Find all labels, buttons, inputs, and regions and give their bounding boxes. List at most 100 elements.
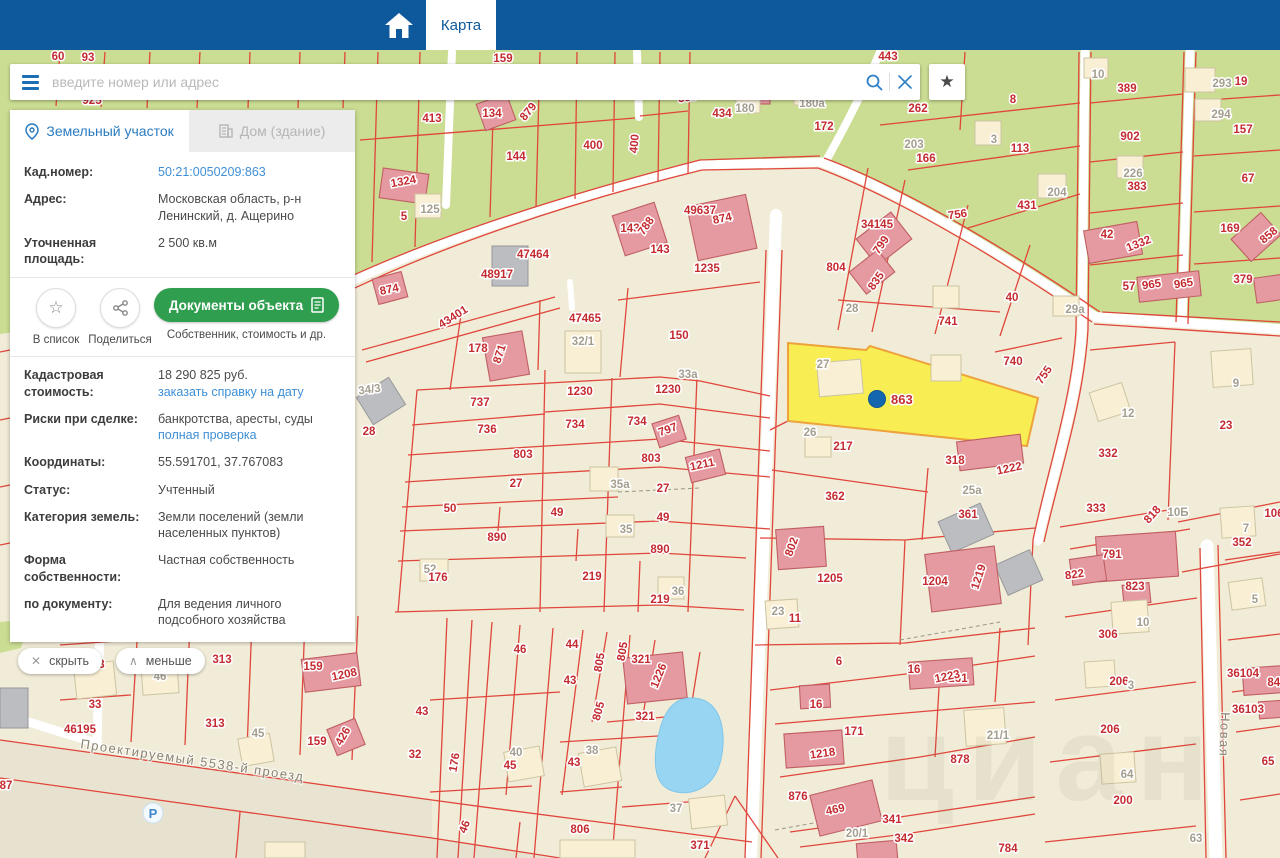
object-documents-button[interactable]: Документы объекта (154, 288, 339, 322)
map-parcel-label: 379 (1233, 274, 1252, 286)
star-outline-icon: ☆ (48, 298, 63, 318)
map-parcel-label: 25a (962, 485, 982, 497)
map-parcel-label: 400 (583, 140, 602, 152)
map-parcel-label: 352 (1232, 537, 1251, 549)
map-parcel-label: 27 (657, 483, 670, 495)
close-icon (898, 75, 912, 89)
map-parcel-label: 737 (470, 397, 489, 409)
map-parcel-label: 64 (1121, 769, 1134, 781)
chevron-up-icon: ∧ (129, 654, 138, 668)
map-parcel-label: 172 (814, 121, 833, 133)
search-button[interactable] (859, 64, 889, 100)
map-parcel-label: 46195 (64, 724, 97, 736)
map-parcel-label: 361 (958, 509, 978, 521)
panel-footer-buttons: ✕ скрыть ∧ меньше (10, 648, 355, 674)
map-parcel-label: 10 (1092, 69, 1105, 81)
map-parcel-label: 36103 (1232, 704, 1264, 716)
tab-land-parcel-label: Земельный участок (46, 123, 173, 139)
selected-parcel-number: 863 (891, 392, 913, 407)
hide-panel-button[interactable]: ✕ скрыть (18, 648, 102, 674)
map-parcel-label: 1205 (817, 573, 843, 585)
tab-house-label: Дом (здание) (240, 123, 326, 139)
tab-map[interactable]: Карта (426, 0, 496, 50)
map-parcel-label: 35a (610, 479, 630, 491)
map-parcel-label: 219 (582, 571, 601, 583)
field-cadastral-cost: Кадастровая стоимость: 18 290 825 руб. з… (24, 367, 341, 400)
tab-land-parcel[interactable]: Земельный участок (10, 110, 189, 152)
map-parcel-label: 20/1 (846, 828, 869, 840)
divider (10, 356, 355, 357)
map-parcel-label: 313 (205, 718, 224, 730)
map-parcel-label: 8 (1010, 94, 1017, 106)
map-parcel-label: 23 (1220, 420, 1233, 432)
search-icon (865, 73, 883, 91)
map-parcel-label: 206 (1109, 676, 1128, 688)
map-parcel-label: 333 (1086, 503, 1105, 515)
map-parcel-label: 740 (1003, 356, 1022, 368)
map-parcel-label: 65 (1262, 756, 1275, 768)
map-parcel-label: 734 (565, 419, 585, 431)
parcel-info-panel: Земельный участок Дом (здание) Кад.номер… (10, 110, 355, 674)
map-parcel-label: 87 (0, 780, 12, 792)
map-parcel-label: 890 (487, 532, 506, 544)
share-button[interactable]: Поделиться (88, 288, 152, 346)
add-to-list-button[interactable]: ☆ В список (24, 288, 88, 346)
close-icon: ✕ (31, 654, 41, 668)
collapse-panel-button[interactable]: ∧ меньше (116, 648, 205, 674)
cad-number-link[interactable]: 50:21:0050209:863 (158, 165, 266, 179)
map-parcel-label: 217 (833, 441, 852, 453)
map-parcel-label: 1235 (694, 263, 720, 275)
map-parcel-label: 206 (1100, 724, 1119, 736)
map-parcel-label: 3 (1128, 680, 1134, 692)
map-parcel-label: 171 (844, 726, 864, 738)
map-parcel-label: 106 (1264, 508, 1280, 520)
map-parcel-label: 389 (1117, 83, 1136, 95)
map-parcel-label: 321 (631, 654, 651, 666)
map-parcel-label: 93 (82, 52, 95, 64)
field-status: Статус: Учтенный (24, 482, 341, 498)
top-bar: Карта (0, 0, 1280, 50)
map-parcel-label: 362 (825, 491, 844, 503)
map-parcel-label: 48917 (481, 269, 513, 281)
selected-parcel-marker (869, 391, 886, 408)
map-parcel-label: 878 (950, 754, 970, 766)
home-button[interactable] (376, 0, 422, 50)
map-parcel-label: 57 (1123, 281, 1136, 293)
map-parcel-label: 50 (444, 503, 457, 515)
map-parcel-label: 32 (409, 749, 422, 761)
order-certificate-link[interactable]: заказать справку на дату (158, 384, 304, 400)
map-parcel-label: 293 (1212, 78, 1231, 90)
clear-search-button[interactable] (890, 64, 920, 100)
field-by-document: по документу: Для ведения личного подсоб… (24, 596, 341, 629)
map-parcel-label: 734 (627, 416, 647, 428)
map-parcel-label: 784 (998, 843, 1018, 855)
map-parcel-label: 5 (1252, 594, 1259, 606)
document-icon (311, 297, 324, 313)
map-parcel-label: 150 (669, 330, 688, 342)
full-check-link[interactable]: полная проверка (158, 427, 313, 443)
home-icon (385, 13, 413, 38)
map-parcel-label: 32/1 (572, 336, 595, 348)
map-parcel-label: 902 (1120, 131, 1139, 143)
map-parcel-label: 178 (468, 343, 488, 355)
map-parcel-label: 434 (712, 108, 732, 120)
map-parcel-label: 321 (635, 711, 655, 723)
map-parcel-label: 12 (1122, 408, 1135, 420)
map-parcel-label: 47464 (517, 249, 550, 261)
map-parcel-label: 36104 (1227, 668, 1260, 680)
map-parcel-label: 23 (772, 606, 785, 618)
parking-icon: P (143, 803, 163, 823)
panel-tabs: Земельный участок Дом (здание) (10, 110, 355, 152)
search-input[interactable] (50, 73, 859, 91)
favorites-button[interactable]: ★ (929, 64, 965, 100)
menu-button[interactable] (10, 64, 50, 100)
map-parcel-label: 38 (586, 745, 599, 757)
tab-house[interactable]: Дом (здание) (189, 110, 355, 152)
map-parcel-label: 341 (882, 814, 902, 826)
documents-caption: Собственник, стоимость и др. (152, 329, 341, 341)
map-parcel-label: 6 (836, 656, 842, 668)
map-parcel-label: 180 (735, 103, 754, 115)
svg-text:P: P (149, 806, 158, 821)
map-parcel-label: 791 (1102, 549, 1122, 561)
map-parcel-label: 43 (568, 757, 581, 769)
